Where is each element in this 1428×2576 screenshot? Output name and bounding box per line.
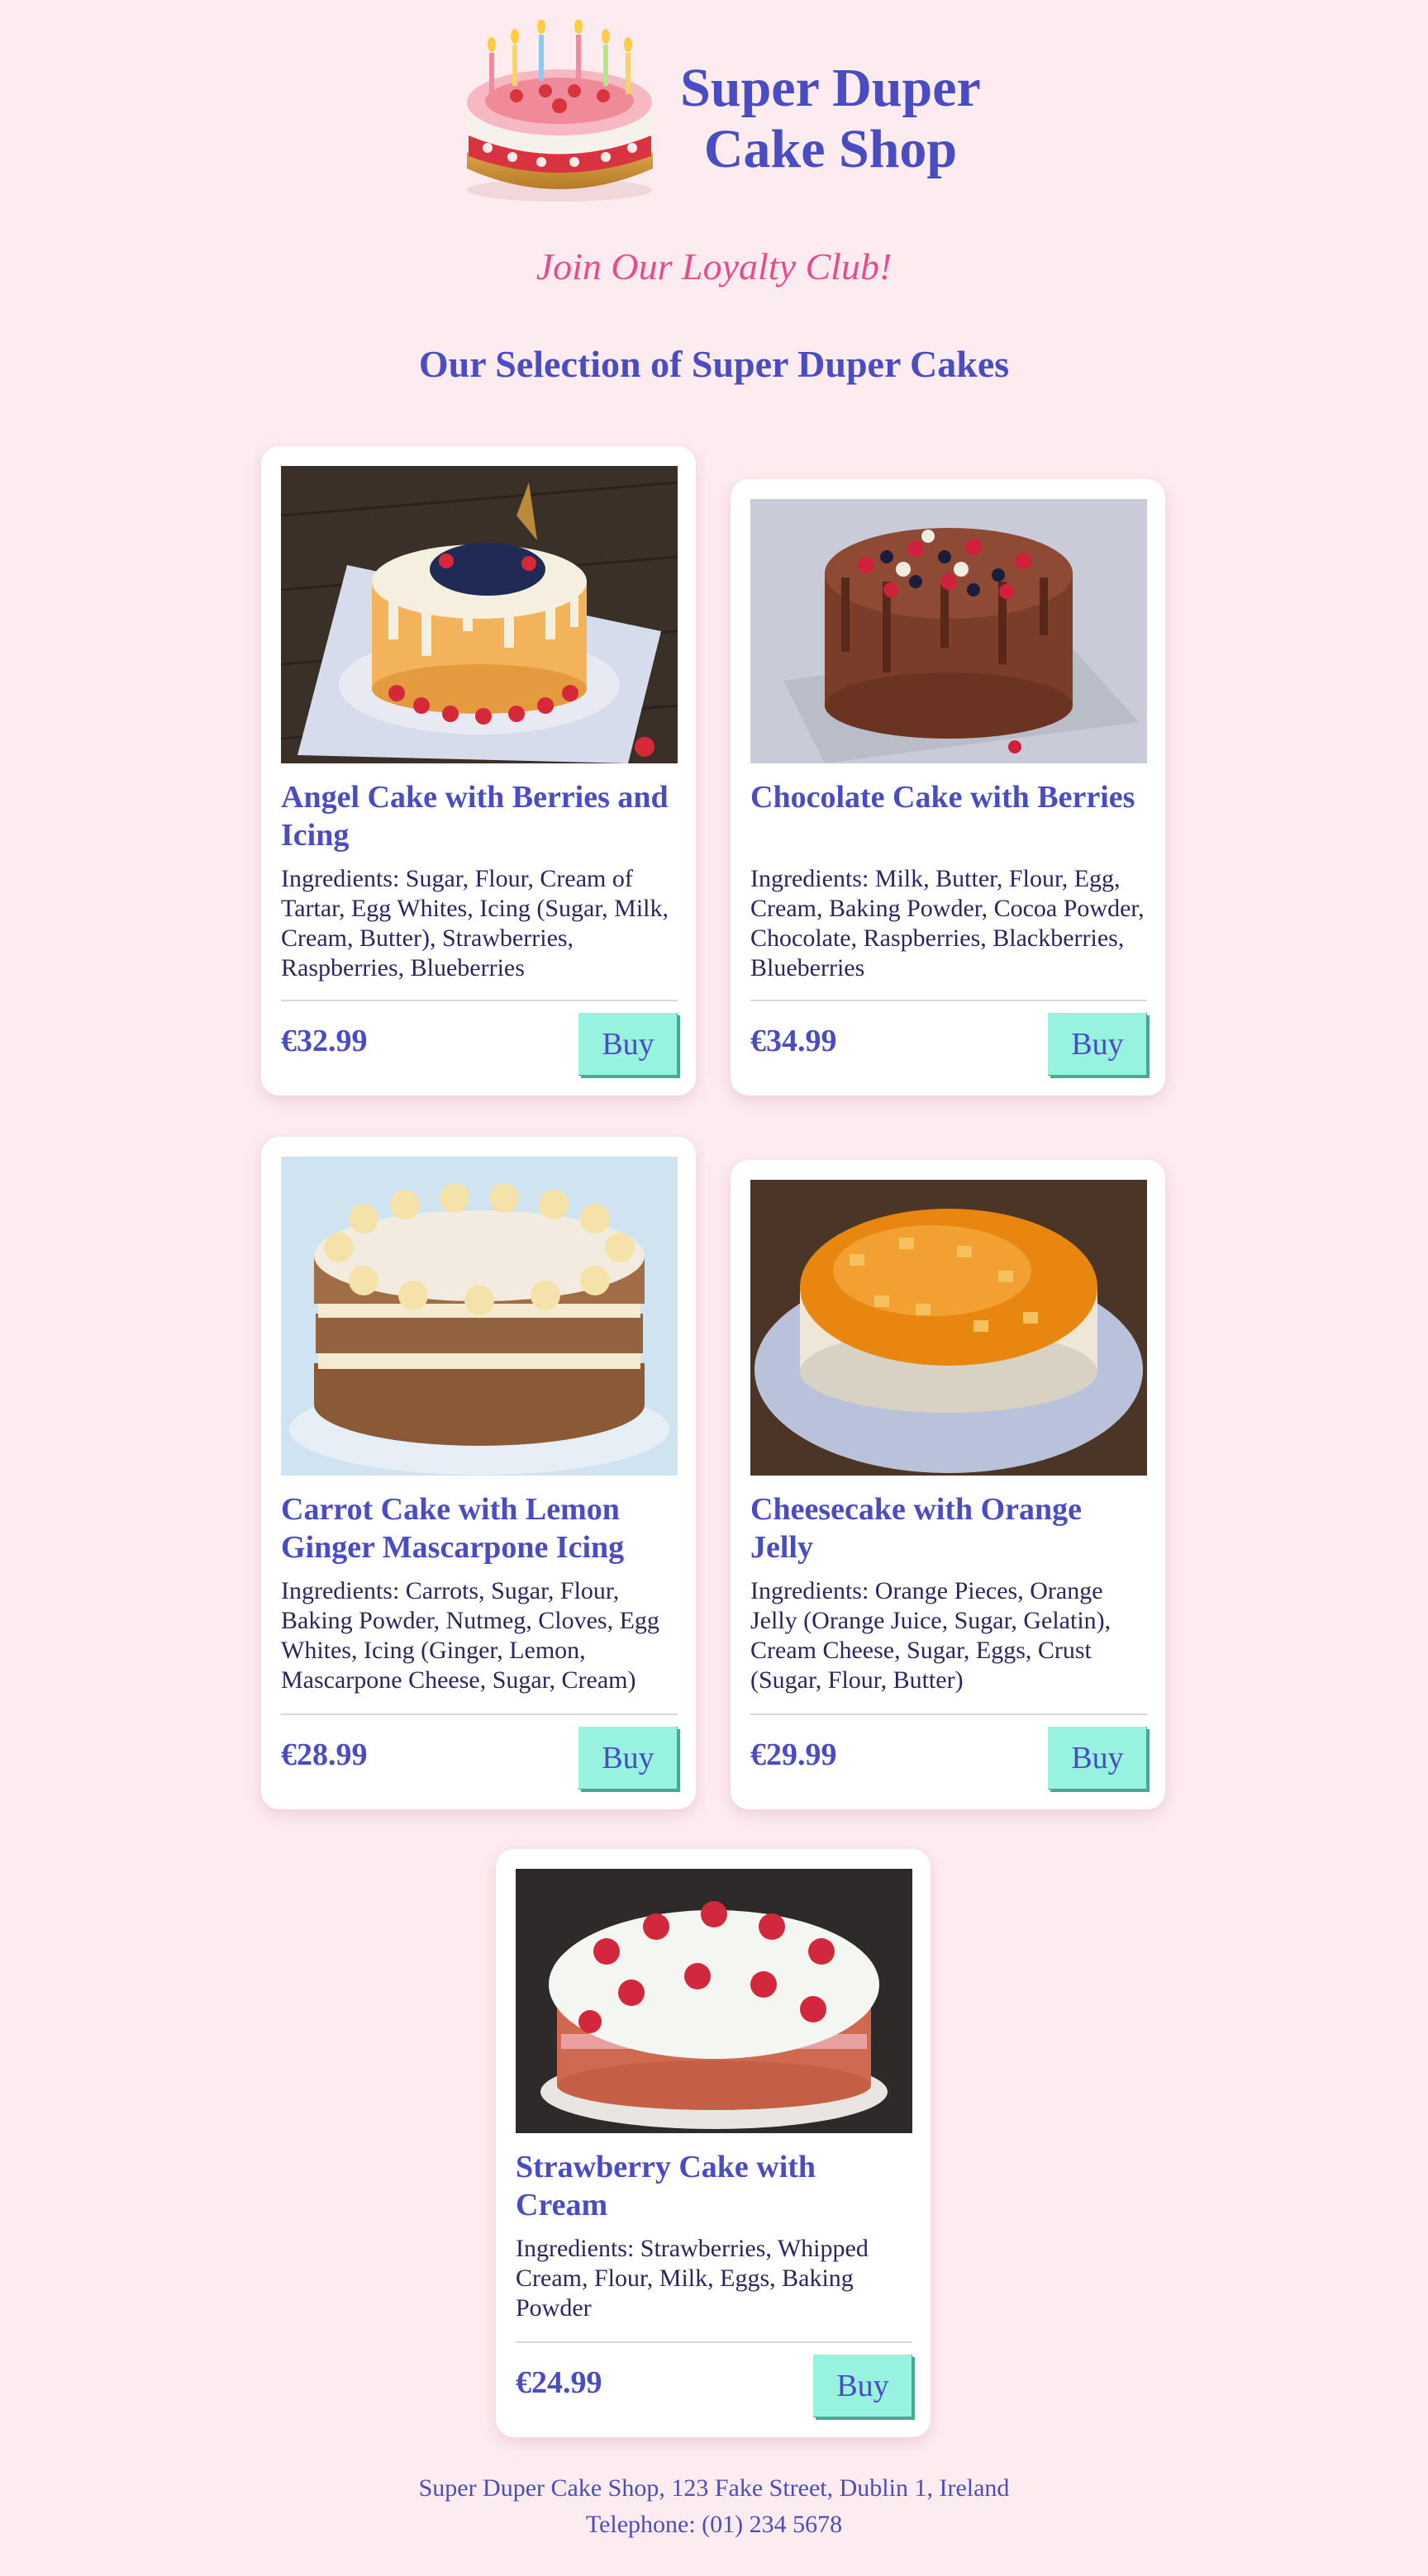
section-title: Our Selection of Super Duper Cakes: [418, 343, 1010, 385]
loyalty-club-link[interactable]: Join Our Loyalty Club!: [0, 245, 1428, 288]
cake-title: Strawberry Cake with Cream: [516, 2150, 816, 2222]
cake-price: €28.99: [281, 1737, 368, 1772]
footer-telephone: Telephone: (01) 234 5678: [585, 2511, 843, 2538]
shop-title: Super Duper Cake Shop: [661, 58, 1000, 180]
cake-ingredients: Ingredients: Carrots, Sugar, Flour, Baki…: [281, 1577, 659, 1694]
cake-title: Carrot Cake with Lemon Ginger Mascarpone…: [281, 1492, 625, 1565]
cake-card-strawberry: Strawberry Cake with Cream Ingredients: …: [496, 1849, 931, 2437]
birthday-cake-icon: [459, 19, 661, 203]
cake-price: €24.99: [516, 2365, 602, 2400]
buy-button[interactable]: Buy: [578, 1727, 678, 1789]
cake-price: €34.99: [750, 1024, 837, 1058]
cake-card-chocolate: Chocolate Cake with Berries Ingredients:…: [731, 479, 1165, 1096]
card-divider: [750, 1000, 1147, 1001]
shop-title-line1: Super Duper: [680, 58, 981, 118]
buy-button[interactable]: Buy: [1048, 1013, 1147, 1076]
cake-price: €29.99: [750, 1737, 837, 1772]
strawberry-cake-image: [516, 1869, 912, 2133]
buy-button[interactable]: Buy: [813, 2355, 912, 2417]
cake-title: Angel Cake with Berries and Icing: [281, 780, 669, 853]
card-divider: [281, 1000, 678, 1001]
buy-button[interactable]: Buy: [1048, 1727, 1147, 1789]
cake-card-cheesecake: Cheesecake with Orange Jelly Ingredients…: [731, 1160, 1165, 1809]
shop-title-line2: Cake Shop: [703, 119, 958, 179]
card-divider: [750, 1713, 1147, 1715]
footer-address: Super Duper Cake Shop, 123 Fake Street, …: [418, 2474, 1010, 2502]
site-header: Super Duper Cake Shop: [0, 0, 1428, 223]
card-divider: [516, 2341, 912, 2343]
buy-button[interactable]: Buy: [578, 1013, 678, 1076]
cake-ingredients: Ingredients: Milk, Butter, Flour, Egg, C…: [750, 865, 1145, 981]
cake-title: Chocolate Cake with Berries: [750, 780, 1135, 815]
cake-ingredients: Ingredients: Orange Pieces, Orange Jelly…: [750, 1577, 1111, 1694]
cake-ingredients: Ingredients: Strawberries, Whipped Cream…: [516, 2235, 869, 2322]
site-footer: Super Duper Cake Shop, 123 Fake Street, …: [0, 2470, 1428, 2543]
cake-card-carrot: Carrot Cake with Lemon Ginger Mascarpone…: [261, 1137, 696, 1809]
chocolate-cake-image: [750, 499, 1147, 763]
card-divider: [281, 1713, 678, 1715]
cake-ingredients: Ingredients: Sugar, Flour, Cream of Tart…: [281, 865, 669, 981]
cake-card-angel: Angel Cake with Berries and Icing Ingred…: [261, 446, 696, 1096]
carrot-cake-image: [281, 1157, 678, 1476]
cake-price: €32.99: [281, 1024, 368, 1058]
angel-cake-image: [281, 466, 678, 763]
cake-title: Cheesecake with Orange Jelly: [750, 1492, 1083, 1565]
cheesecake-image: [750, 1180, 1147, 1476]
